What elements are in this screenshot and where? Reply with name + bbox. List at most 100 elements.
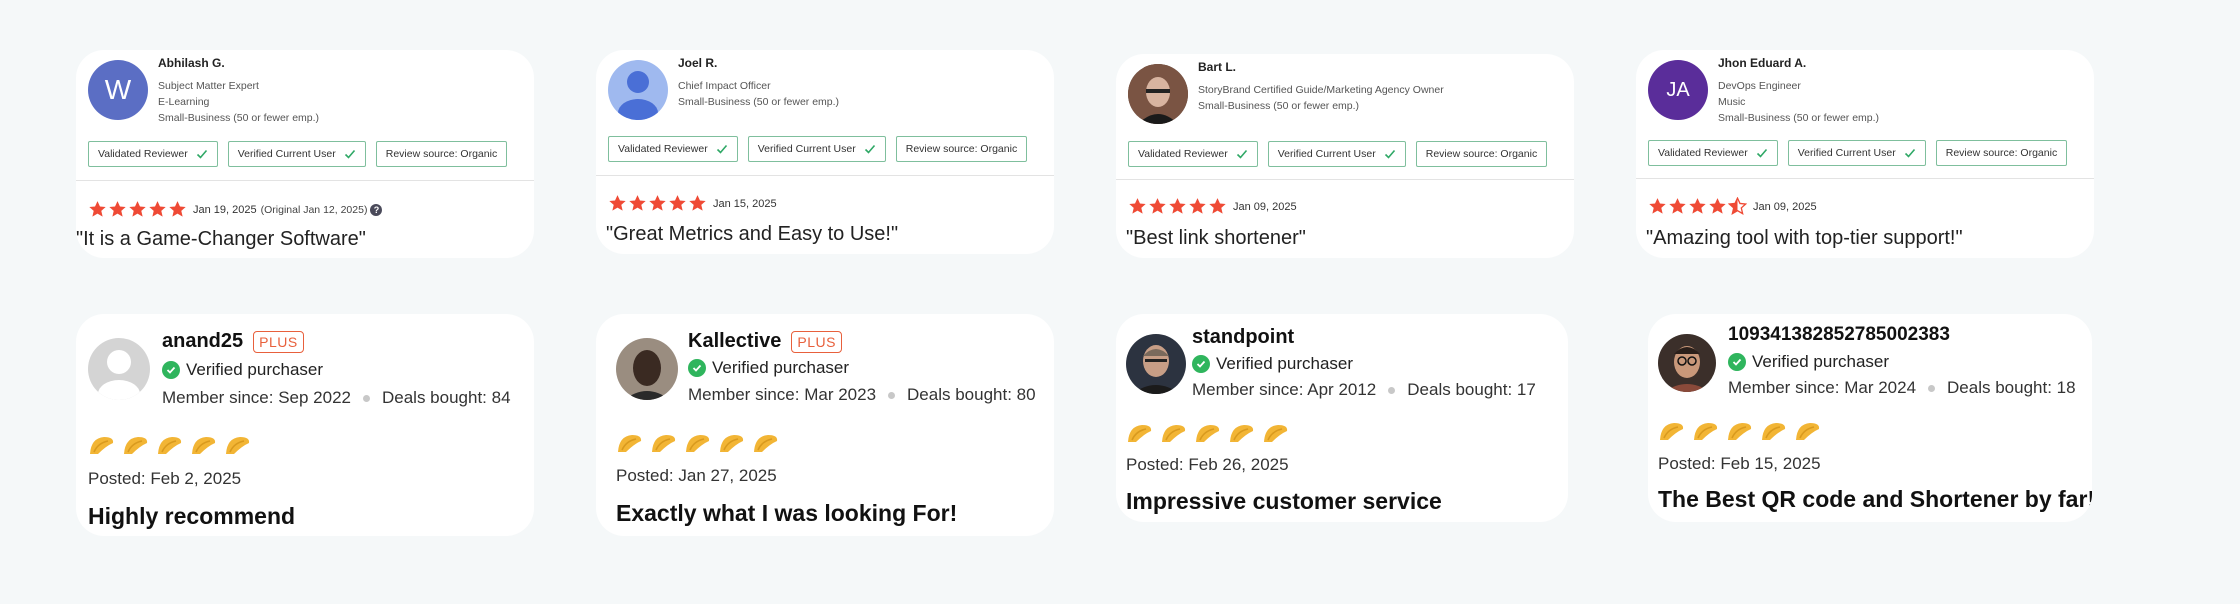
taco-icon xyxy=(192,437,216,454)
avatar xyxy=(1658,334,1716,392)
taco-icon xyxy=(1162,425,1186,442)
default-user-icon xyxy=(618,71,658,120)
review-title[interactable]: The Best QR code and Shortener by far! xyxy=(1658,486,2092,513)
review-title[interactable]: Impressive customer service xyxy=(1126,488,1442,515)
taco-rating xyxy=(1658,420,1821,442)
review-title[interactable]: "It is a Game-Changer Software" xyxy=(76,228,366,251)
taco-icon xyxy=(1230,425,1254,442)
separator-dot xyxy=(1388,386,1396,394)
default-user-icon xyxy=(88,338,150,400)
review-source-badge[interactable]: Review source: Organic xyxy=(1415,141,1548,167)
review-source-badge[interactable]: Review source: Organic xyxy=(895,136,1028,162)
star-icon xyxy=(169,201,186,217)
separator-dot xyxy=(1928,384,1936,392)
review-title[interactable]: "Great Metrics and Easy to Use!" xyxy=(606,223,898,246)
divider xyxy=(1116,179,1574,180)
star-icon xyxy=(149,201,166,217)
username[interactable]: 109341382852785002383 xyxy=(1728,324,1950,346)
taco-icon xyxy=(1762,423,1786,440)
star-icon xyxy=(669,195,686,211)
star-rating xyxy=(608,194,707,213)
profile-photo xyxy=(616,338,678,400)
review-title[interactable]: "Amazing tool with top-tier support!" xyxy=(1646,227,1963,250)
review-source-badge[interactable]: Review source: Organic xyxy=(1935,140,2068,166)
taco-icon xyxy=(1128,425,1152,442)
validated-reviewer-badge[interactable]: Validated Reviewer xyxy=(608,136,738,162)
review-title[interactable]: Exactly what I was looking For! xyxy=(616,500,957,527)
star-rating xyxy=(1648,197,1747,216)
reviewer-meta: DevOps Engineer Music Small-Business (50… xyxy=(1718,80,1880,124)
check-icon xyxy=(1236,149,1247,159)
review-date: Jan 15, 2025 xyxy=(713,197,777,210)
star-icon xyxy=(1189,198,1206,214)
star-icon xyxy=(1649,198,1666,214)
star-icon xyxy=(1149,198,1166,214)
badge-row: Validated Reviewer Verified Current User… xyxy=(608,136,1044,162)
posted-date: Posted: Feb 26, 2025 xyxy=(1126,455,1289,474)
review-date: Jan 19, 2025 xyxy=(193,203,257,216)
verified-current-user-badge[interactable]: Verified Current User xyxy=(747,136,886,162)
verified-purchaser: Verified purchaser xyxy=(162,360,323,380)
star-icon xyxy=(1709,198,1726,214)
g2-review-card: JA Jhon Eduard A. DevOps Engineer Music … xyxy=(1636,50,2094,258)
star-icon xyxy=(109,201,126,217)
validated-reviewer-badge[interactable]: Validated Reviewer xyxy=(1128,141,1258,167)
member-info: Member since: Mar 2023 Deals bought: 80 xyxy=(688,385,1036,404)
g2-review-card: W Abhilash G. Subject Matter Expert E-Le… xyxy=(76,50,534,258)
review-date: Jan 09, 2025 xyxy=(1233,200,1297,213)
avatar xyxy=(1128,64,1188,124)
rating-row: Jan 09, 2025 xyxy=(1128,197,1297,216)
reviewer-name[interactable]: Joel R. xyxy=(678,56,717,70)
taco-icon xyxy=(1728,423,1752,440)
reviewer-meta: Subject Matter Expert E-Learning Small-B… xyxy=(158,80,320,124)
taco-icon xyxy=(158,437,182,454)
star-icon xyxy=(1669,198,1686,214)
taco-icon xyxy=(1196,425,1220,442)
plus-badge: PLUS xyxy=(791,330,842,353)
profile-photo xyxy=(1658,334,1716,392)
divider xyxy=(76,180,534,181)
member-info: Member since: Apr 2012 Deals bought: 17 xyxy=(1192,380,1536,399)
review-title[interactable]: Highly recommend xyxy=(88,503,295,530)
verified-current-user-badge[interactable]: Verified Current User xyxy=(1267,141,1406,167)
validated-reviewer-badge[interactable]: Validated Reviewer xyxy=(88,141,218,167)
taco-rating xyxy=(88,434,251,456)
separator-dot xyxy=(363,394,370,402)
reviewer-meta: StoryBrand Certified Guide/Marketing Age… xyxy=(1198,84,1444,112)
profile-photo xyxy=(1128,64,1188,124)
verified-purchaser: Verified purchaser xyxy=(1192,354,1353,374)
avatar: JA xyxy=(1648,60,1708,120)
star-icon xyxy=(649,195,666,211)
appsumo-review-card: 109341382852785002383 Verified purchaser… xyxy=(1648,314,2092,522)
star-icon xyxy=(1129,198,1146,214)
username[interactable]: standpoint xyxy=(1192,326,1294,349)
check-icon xyxy=(1904,148,1915,158)
reviewer-name[interactable]: Abhilash G. xyxy=(158,56,225,70)
review-source-badge[interactable]: Review source: Organic xyxy=(375,141,508,167)
reviewer-name[interactable]: Jhon Eduard A. xyxy=(1718,56,1806,70)
divider xyxy=(1636,178,2094,179)
avatar xyxy=(616,338,678,400)
review-date: Jan 09, 2025 xyxy=(1753,200,1817,213)
taco-rating xyxy=(616,432,779,454)
check-icon xyxy=(1384,149,1395,159)
member-info: Member since: Sep 2022 Deals bought: 84 xyxy=(162,388,511,407)
verified-current-user-badge[interactable]: Verified Current User xyxy=(1787,140,1926,166)
help-icon[interactable]: ? xyxy=(370,203,383,216)
validated-reviewer-badge[interactable]: Validated Reviewer xyxy=(1648,140,1778,166)
star-icon xyxy=(129,201,146,217)
username[interactable]: anand25 PLUS xyxy=(162,330,304,353)
reviewer-meta: Chief Impact Officer Small-Business (50 … xyxy=(678,80,840,108)
username[interactable]: Kallective PLUS xyxy=(688,330,842,353)
rating-row: Jan 09, 2025 xyxy=(1648,197,1817,216)
reviewer-name[interactable]: Bart L. xyxy=(1198,60,1236,74)
avatar xyxy=(88,338,150,400)
taco-icon xyxy=(1264,425,1288,442)
star-icon xyxy=(1209,198,1226,214)
taco-icon xyxy=(124,437,148,454)
posted-date: Posted: Jan 27, 2025 xyxy=(616,466,777,485)
taco-icon xyxy=(652,435,676,452)
verified-current-user-badge[interactable]: Verified Current User xyxy=(227,141,366,167)
review-title[interactable]: "Best link shortener" xyxy=(1126,227,1306,250)
verified-check-icon xyxy=(162,361,180,379)
